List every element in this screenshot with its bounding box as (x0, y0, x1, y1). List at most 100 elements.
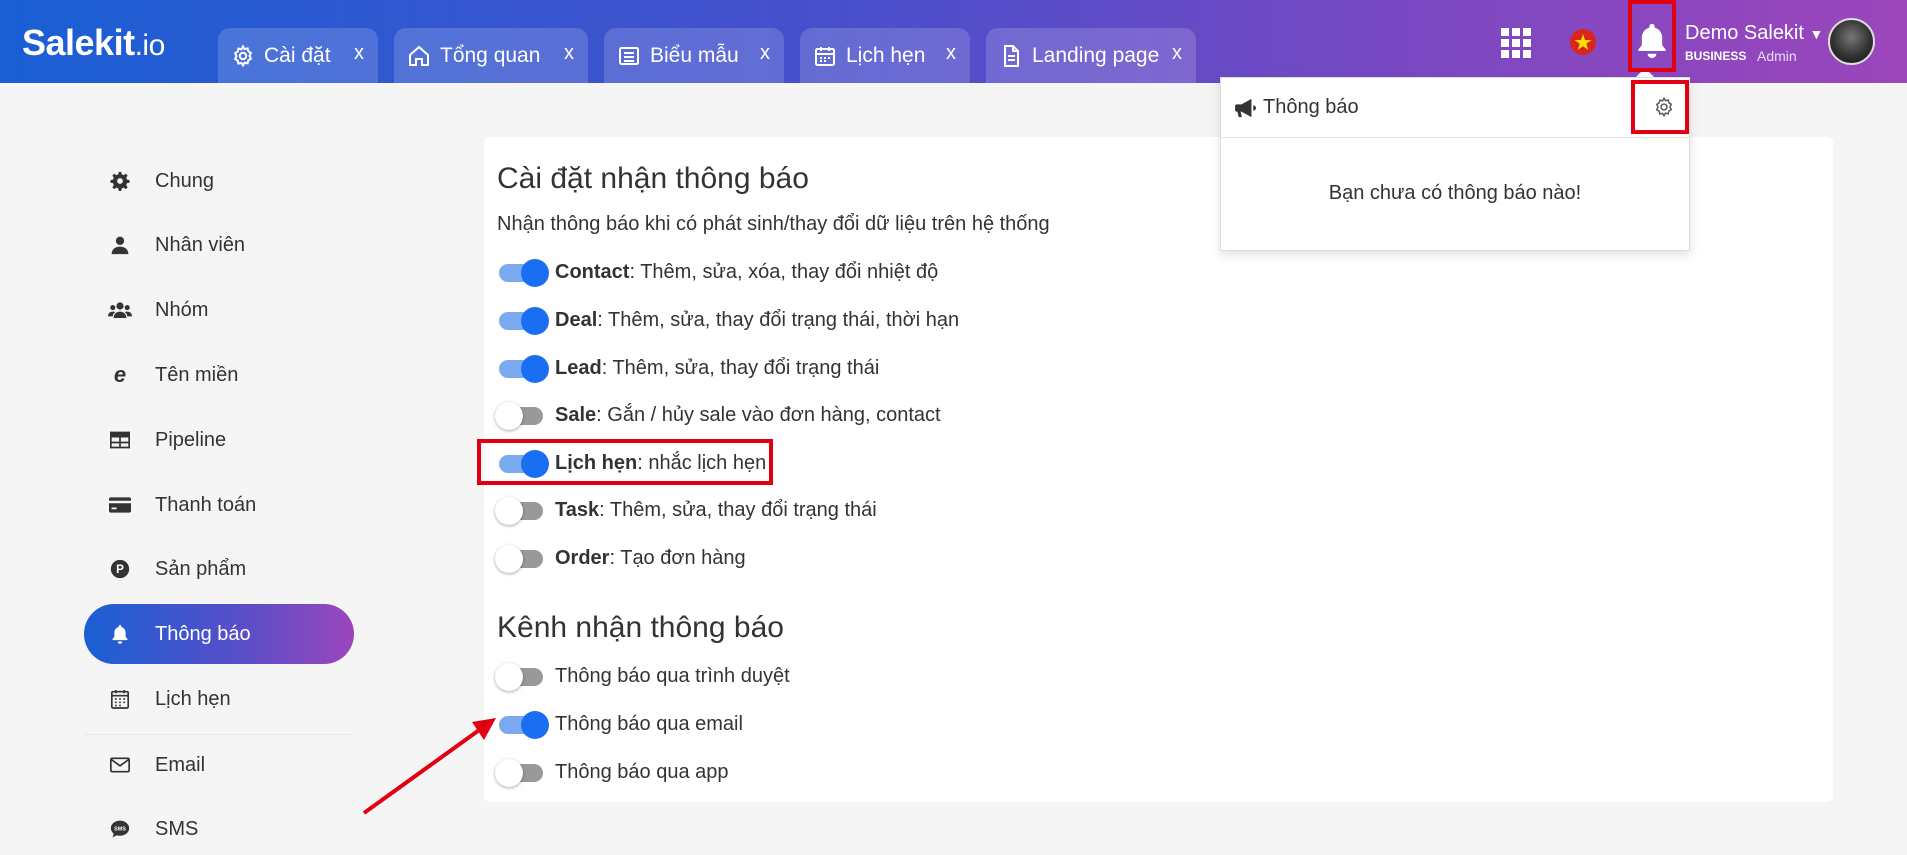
sidebar-item-san-pham[interactable]: P Sản phẩm (84, 539, 354, 599)
toggle-browser[interactable] (495, 663, 545, 691)
role-label: Admin (1757, 48, 1797, 64)
close-tab-button[interactable]: x (354, 42, 364, 65)
tab-label: Tổng quan (440, 43, 541, 67)
toggle-contact[interactable] (497, 259, 549, 287)
sidebar-item-label: Nhân viên (155, 233, 246, 256)
table-icon (108, 431, 132, 449)
setting-row-contact: Contact: Thêm, sửa, xóa, thay đổi nhiệt … (497, 257, 938, 287)
home-icon (406, 43, 432, 69)
tab-label: Biểu mẫu (650, 43, 739, 67)
mail-icon (108, 757, 132, 773)
sidebar-item-label: Chung (155, 169, 214, 192)
setting-row-deal: Deal: Thêm, sửa, thay đổi trạng thái, th… (497, 305, 959, 335)
tab-label: Lịch hẹn (846, 43, 926, 67)
setting-key: Contact (555, 260, 630, 283)
channel-row-browser: Thông báo qua trình duyệt (495, 661, 790, 691)
sidebar-item-pipeline[interactable]: Pipeline (84, 410, 354, 470)
highlight-lich-hen-row (477, 439, 773, 485)
user-icon (108, 235, 132, 255)
salekit-logo[interactable]: Salekit.io (22, 22, 165, 64)
caret-down-icon: ▼ (1809, 26, 1824, 42)
toggle-order[interactable] (495, 545, 545, 573)
close-tab-button[interactable]: x (564, 42, 574, 65)
setting-key: Order (555, 546, 610, 569)
channel-label: Thông báo qua trình duyệt (555, 664, 790, 687)
setting-text: : Thêm, sửa, thay đổi trạng thái, thời h… (597, 308, 960, 331)
toggle-deal[interactable] (497, 307, 549, 335)
sidebar-item-thong-bao[interactable]: Thông báo (84, 604, 354, 664)
tab-bieu-mau[interactable]: Biểu mẫu x (604, 28, 784, 83)
tab-tong-quan[interactable]: Tổng quan x (394, 28, 588, 83)
sidebar-item-chung[interactable]: Chung (84, 151, 354, 211)
tab-landing-page[interactable]: Landing page x (986, 28, 1196, 83)
calendar-icon (812, 43, 838, 69)
annotation-arrow (362, 718, 496, 815)
sms-icon: SMS (108, 819, 132, 839)
setting-key: Lead (555, 356, 602, 379)
setting-text: : Thêm, sửa, xóa, thay đổi nhiệt độ (629, 260, 939, 283)
users-icon (108, 300, 132, 320)
setting-key: Sale (555, 403, 597, 426)
sidebar-item-label: Lịch hẹn (155, 687, 231, 710)
tab-lich-hen[interactable]: Lịch hẹn x (800, 28, 970, 83)
setting-row-lead: Lead: Thêm, sửa, thay đổi trạng thái (497, 353, 879, 383)
toggle-task[interactable] (495, 497, 545, 525)
document-icon (998, 43, 1024, 69)
channel-label: Thông báo qua app (555, 760, 729, 783)
toggle-email[interactable] (497, 711, 549, 739)
svg-text:P: P (116, 563, 124, 576)
close-tab-button[interactable]: x (760, 42, 770, 65)
setting-text: : Gắn / hủy sale vào đơn hàng, contact (596, 403, 941, 426)
svg-text:SMS: SMS (114, 827, 126, 833)
bell-icon (108, 624, 132, 644)
sidebar-item-thanh-toan[interactable]: Thanh toán (84, 475, 354, 535)
gear-icon (108, 171, 132, 191)
sidebar-item-email[interactable]: Email (84, 735, 354, 795)
sidebar-item-ten-mien[interactable]: e Tên miền (84, 345, 354, 405)
setting-text: : Tạo đơn hàng (609, 546, 746, 569)
notification-dropdown: Thông báo Bạn chưa có thông báo nào! (1220, 77, 1690, 251)
notification-header: Thông báo (1221, 78, 1689, 138)
channel-row-app: Thông báo qua app (495, 757, 729, 787)
vietnam-flag-icon[interactable] (1569, 28, 1597, 56)
sidebar-item-nhom[interactable]: Nhóm (84, 280, 354, 340)
toggle-lead[interactable] (497, 355, 549, 383)
gear-icon (230, 43, 256, 69)
sidebar-item-label: Sản phẩm (155, 557, 247, 580)
setting-text: : Thêm, sửa, thay đổi trạng thái (599, 498, 877, 521)
setting-row-sale: Sale: Gắn / hủy sale vào đơn hàng, conta… (495, 400, 941, 430)
highlight-bell (1628, 0, 1676, 72)
sidebar-item-nhan-vien[interactable]: Nhân viên (84, 215, 354, 275)
plan-label: BUSINESS (1685, 49, 1747, 63)
avatar[interactable] (1828, 18, 1875, 65)
setting-row-task: Task: Thêm, sửa, thay đổi trạng thái (495, 495, 877, 525)
globe-e-icon: e (113, 362, 127, 387)
sidebar-item-sms[interactable]: SMS SMS (84, 799, 354, 855)
list-icon (616, 43, 642, 69)
channels-title: Kênh nhận thông báo (497, 611, 784, 644)
product-p-icon: P (108, 559, 132, 579)
highlight-notification-gear (1631, 80, 1689, 134)
credit-card-icon (108, 497, 132, 513)
channel-label: Thông báo qua email (555, 712, 743, 735)
toggle-sale[interactable] (495, 402, 545, 430)
tab-label: Cài đặt (264, 43, 331, 67)
sidebar-item-label: Thanh toán (155, 493, 257, 516)
tab-label: Landing page (1032, 43, 1160, 67)
calendar-icon (108, 689, 132, 709)
sidebar-item-lich-hen[interactable]: Lịch hẹn (84, 669, 354, 729)
sidebar-item-label: SMS (155, 817, 199, 840)
close-tab-button[interactable]: x (946, 42, 956, 65)
toggle-app[interactable] (495, 759, 545, 787)
setting-text: : Thêm, sửa, thay đổi trạng thái (601, 356, 880, 379)
tab-cai-dat[interactable]: Cài đặt x (218, 28, 378, 83)
user-menu[interactable]: Demo Salekit ▼ (1685, 22, 1823, 45)
notification-title: Thông báo (1263, 96, 1359, 118)
setting-row-order: Order: Tạo đơn hàng (495, 543, 746, 573)
sidebar-item-label: Nhóm (155, 298, 209, 321)
apps-grid-icon[interactable] (1500, 27, 1532, 59)
close-tab-button[interactable]: x (1172, 42, 1182, 65)
sidebar-item-label: Tên miền (155, 363, 239, 386)
setting-key: Deal (555, 308, 598, 331)
notification-empty-message: Bạn chưa có thông báo nào! (1328, 182, 1582, 204)
